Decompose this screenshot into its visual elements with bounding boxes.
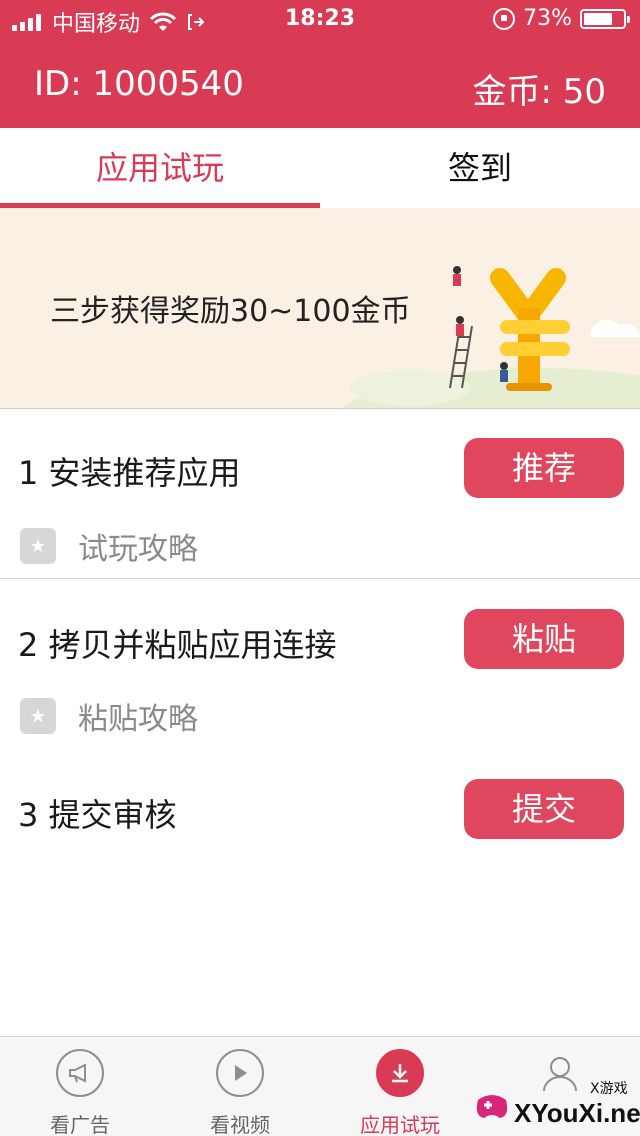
watermark-brand: XYouXi.net [514, 1098, 640, 1128]
nav-watch-ads[interactable]: 看广告 [0, 1037, 160, 1136]
tab-sign-in[interactable]: 签到 [320, 128, 640, 208]
nav-watch-ads-label: 看广告 [50, 1113, 110, 1136]
tab-app-trial[interactable]: 应用试玩 [0, 128, 320, 208]
nav-watch-video-label: 看视频 [210, 1113, 270, 1136]
nav-app-trial-label: 应用试玩 [360, 1113, 440, 1136]
top-tabs: 应用试玩 签到 [0, 128, 640, 208]
yuan-coin-illustration [341, 266, 640, 408]
site-watermark: X游戏 XYouXi.net [470, 1076, 640, 1136]
paste-guide-link[interactable]: ★ 粘贴攻略 [20, 694, 198, 738]
megaphone-icon [56, 1049, 104, 1097]
star-badge-icon: ★ [20, 528, 56, 564]
user-id-label: ID: 1000540 [34, 64, 244, 104]
paste-button[interactable]: 粘贴 [464, 609, 624, 669]
paste-guide-label: 粘贴攻略 [78, 702, 198, 737]
gamepad-logo-icon [476, 1095, 508, 1118]
step-1-label: 1 安装推荐应用 [18, 454, 241, 492]
status-bar: 中国移动 18:23 73% [0, 0, 640, 40]
play-icon [216, 1049, 264, 1097]
recommend-button[interactable]: 推荐 [464, 438, 624, 498]
trial-guide-link[interactable]: ★ 试玩攻略 [20, 524, 198, 568]
app-header: 中国移动 18:23 73% ID: 1000540 金币: 50 [0, 0, 640, 128]
rotation-lock-icon [493, 7, 516, 30]
battery-percent: 73% [523, 6, 572, 31]
trial-guide-label: 试玩攻略 [78, 532, 198, 567]
step-3-label: 3 提交审核 [18, 796, 177, 834]
download-icon [376, 1049, 424, 1097]
banner-divider [0, 408, 640, 409]
submit-button[interactable]: 提交 [464, 779, 624, 839]
promo-banner: 三步获得奖励30~100金币 [0, 208, 640, 408]
watermark-small-text: X游戏 [590, 1081, 628, 1097]
coin-balance-label: 金币: 50 [472, 72, 606, 112]
battery-icon [580, 8, 630, 29]
step-2-label: 2 拷贝并粘贴应用连接 [18, 626, 337, 664]
step-divider [0, 578, 640, 579]
star-badge-icon: ★ [20, 698, 56, 734]
nav-watch-video[interactable]: 看视频 [160, 1037, 320, 1136]
status-right: 73% [493, 6, 630, 31]
nav-app-trial[interactable]: 应用试玩 [320, 1037, 480, 1136]
